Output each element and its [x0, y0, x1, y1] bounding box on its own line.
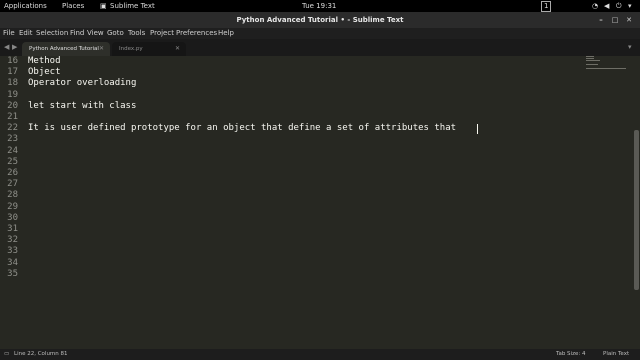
menu-find[interactable]: Find: [70, 28, 84, 39]
minimap-line: [586, 60, 600, 61]
menu-view[interactable]: View: [87, 28, 104, 39]
places-menu[interactable]: Places: [62, 0, 84, 12]
line-number: 22: [7, 123, 18, 134]
tab-scroll-left-icon[interactable]: ◀: [4, 43, 9, 51]
text-cursor: [477, 124, 478, 134]
menu-project[interactable]: Project: [150, 28, 174, 39]
system-top-bar: Applications Places ▣ Sublime Text Tue 1…: [0, 0, 640, 12]
applications-menu[interactable]: Applications: [4, 0, 47, 12]
status-bar: ▭ Line 22, Column 81 Tab Size: 4 Plain T…: [0, 349, 640, 360]
tab-menu-icon[interactable]: ▾: [628, 43, 632, 51]
code-line[interactable]: Method: [28, 56, 61, 67]
line-number: 32: [7, 235, 18, 246]
line-number: 20: [7, 100, 18, 111]
close-icon[interactable]: ✕: [624, 15, 634, 25]
tab-close-icon[interactable]: ✕: [175, 42, 180, 56]
line-number: 17: [7, 67, 18, 78]
code-line[interactable]: Object: [28, 67, 61, 78]
line-number: 35: [7, 268, 18, 279]
tab-scroll-right-icon[interactable]: ▶: [12, 43, 17, 51]
line-number: 33: [7, 246, 18, 257]
status-icon[interactable]: ▭: [4, 349, 9, 360]
syntax-selector[interactable]: Plain Text: [603, 349, 629, 360]
app-icon: ▣: [100, 2, 107, 10]
wifi-icon[interactable]: ◔: [592, 0, 598, 12]
minimap-line: [586, 68, 626, 69]
maximize-icon[interactable]: □: [610, 15, 620, 25]
power-icon[interactable]: ⏻: [616, 0, 622, 12]
code-line-current[interactable]: It is user defined prototype for an obje…: [28, 123, 461, 134]
chevron-down-icon[interactable]: ▾: [628, 0, 632, 12]
vertical-scrollbar[interactable]: [634, 130, 639, 290]
menu-selection[interactable]: Selection: [36, 28, 68, 39]
line-number: 31: [7, 224, 18, 234]
menu-bar: File Edit Selection Find View Goto Tools…: [0, 28, 640, 39]
tab-bar: ◀ ▶ Python Advanced Tutorial ✕ Index.py …: [0, 39, 640, 56]
menu-goto[interactable]: Goto: [107, 28, 124, 39]
minimap-line: [586, 64, 598, 65]
line-number: 19: [7, 89, 18, 100]
window-title-bar: Python Advanced Tutorial • - Sublime Tex…: [0, 12, 640, 29]
menu-help[interactable]: Help: [218, 28, 234, 39]
minimap[interactable]: [584, 56, 630, 96]
code-line[interactable]: let start with class: [28, 101, 136, 112]
workspace-indicator[interactable]: 1: [541, 1, 552, 12]
menu-file[interactable]: File: [3, 28, 15, 39]
minimize-icon[interactable]: –: [596, 15, 606, 25]
app-menu[interactable]: Sublime Text: [110, 0, 155, 12]
line-number: 18: [7, 78, 18, 89]
menu-tools[interactable]: Tools: [128, 28, 145, 39]
window-title: Python Advanced Tutorial • - Sublime Tex…: [236, 16, 404, 24]
line-number: 16: [7, 56, 18, 66]
menu-edit[interactable]: Edit: [19, 28, 33, 39]
minimap-line: [586, 58, 594, 59]
line-number: 26: [7, 168, 18, 178]
window-controls: – □ ✕: [596, 15, 634, 25]
line-number: 28: [7, 190, 18, 201]
code-editor[interactable]: Method Object Operator overloading let s…: [28, 56, 588, 349]
line-number: 29: [7, 201, 18, 212]
cursor-position: Line 22, Column 81: [14, 351, 68, 357]
line-number: 23: [7, 134, 18, 145]
minimap-line: [586, 56, 594, 57]
line-number: 24: [7, 145, 18, 156]
line-number: 25: [7, 156, 18, 167]
line-number-gutter: 16 17 18 19 20 21 22 23 24 25 26 27 28 2…: [0, 56, 22, 349]
line-number: 21: [7, 112, 18, 122]
line-number: 27: [7, 179, 18, 190]
tab-label: Python Advanced Tutorial: [29, 46, 99, 52]
clock[interactable]: Tue 19:31: [302, 0, 336, 12]
tab-label: Index.py: [119, 46, 143, 52]
line-number: 30: [7, 212, 18, 223]
volume-icon[interactable]: ◀: [604, 0, 609, 12]
menu-preferences[interactable]: Preferences: [176, 28, 217, 39]
tab-index-py[interactable]: Index.py ✕: [112, 42, 186, 56]
line-number: 34: [7, 257, 18, 268]
tab-size-selector[interactable]: Tab Size: 4: [556, 349, 585, 360]
tab-python-advanced-tutorial[interactable]: Python Advanced Tutorial ✕: [22, 42, 110, 56]
code-line[interactable]: Operator overloading: [28, 78, 136, 89]
tab-close-icon[interactable]: ✕: [99, 42, 104, 56]
